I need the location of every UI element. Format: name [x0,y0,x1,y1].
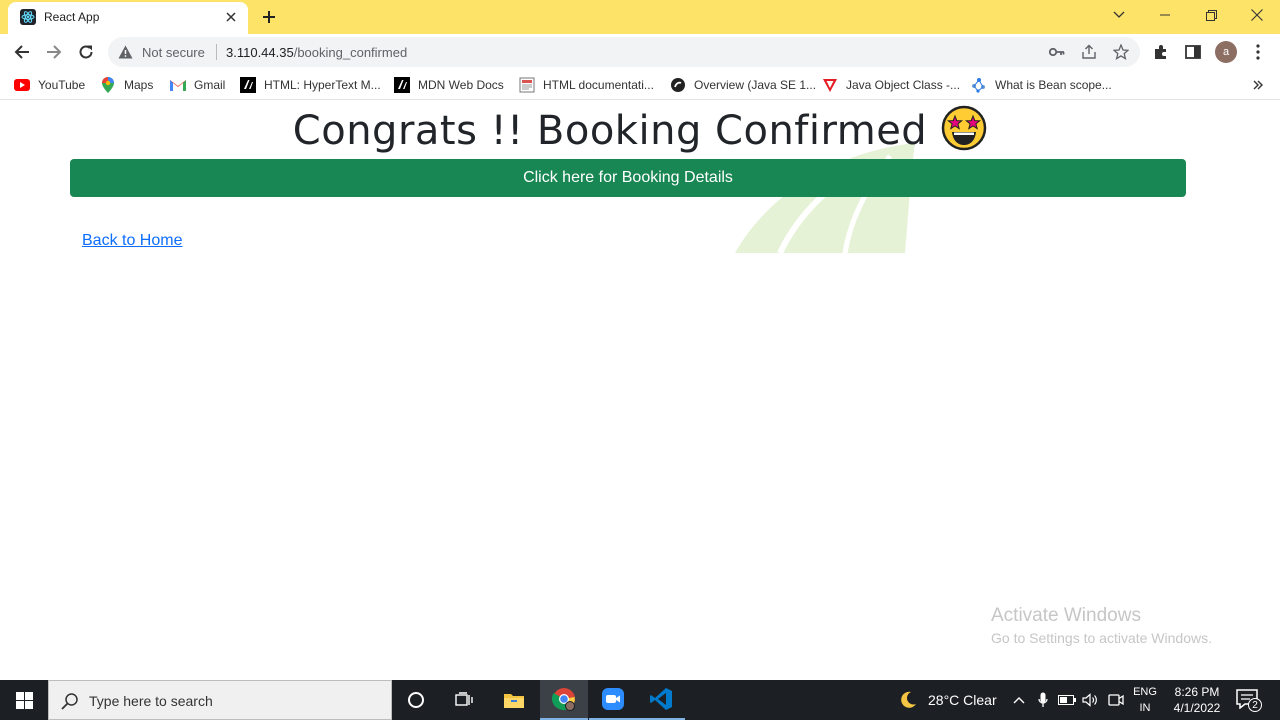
bookmark-label: HTML documentati... [543,78,654,92]
clock-date: 4/1/2022 [1173,701,1221,715]
cortana-icon[interactable] [392,680,440,720]
volume-icon[interactable] [1081,680,1101,720]
windows-taskbar: Type here to search 28°C Clear ENG IN 8: [0,680,1280,720]
maps-icon [100,77,116,93]
tab-title: React App [44,10,100,24]
key-icon[interactable] [1048,43,1066,61]
lang-code: ENG [1133,686,1157,698]
battery-icon[interactable] [1057,680,1077,720]
bookmark-label: Gmail [194,78,226,92]
notification-center[interactable]: 2 [1236,689,1262,712]
browser-tabstrip: React App [0,0,1280,34]
show-hidden-icons-chevron-icon[interactable] [1010,680,1028,720]
extensions-puzzle-icon[interactable] [1150,41,1172,63]
watermark-subtitle: Go to Settings to activate Windows. [991,630,1212,646]
vscode-icon[interactable] [637,680,685,720]
page-title: Congrats !! Booking Confirmed [0,105,1280,161]
system-clock[interactable]: 8:26 PM 4/1/2022 [1168,684,1226,716]
bookmark-html-mdn[interactable]: HTML: HyperText M... [240,76,381,94]
bookmark-mdn-docs[interactable]: MDN Web Docs [394,76,504,94]
bookmark-label: Java Object Class -... [846,78,961,92]
mdn-icon [394,77,410,93]
windows-start-icon[interactable] [0,680,48,720]
tab-search-chevron-icon[interactable] [1096,0,1142,30]
restore-icon[interactable] [1188,0,1234,30]
search-placeholder: Type here to search [89,693,213,709]
activate-windows-watermark: Activate Windows Go to Settings to activ… [991,605,1212,646]
close-window-icon[interactable] [1234,0,1280,30]
task-view-icon[interactable] [440,680,488,720]
share-icon[interactable] [1080,43,1098,61]
page-title-text: Congrats !! Booking Confirmed [292,108,928,154]
notification-count-badge: 2 [1248,698,1262,712]
browser-toolbar: Not secure 3.110.44.35/booking_confirmed… [0,34,1280,70]
bookmark-label: MDN Web Docs [418,78,504,92]
bookmark-label: What is Bean scope... [995,78,1112,92]
bookmark-label: Overview (Java SE 1... [694,78,817,92]
bookmark-label: Maps [124,78,154,92]
bookmarks-bar: YouTube Maps Gmail HTML: HyperText M... … [0,70,1280,100]
booking-details-button[interactable]: Click here for Booking Details [70,159,1186,197]
profile-avatar[interactable]: a [1215,41,1237,63]
watermark-title: Activate Windows [991,605,1141,626]
forward-arrow-icon[interactable] [40,38,68,66]
bookmark-html-documentation[interactable]: HTML documentati... [519,76,654,94]
meet-now-icon[interactable] [1106,680,1126,720]
weather-text[interactable]: 28°C Clear [928,692,997,708]
taskbar-search-box[interactable]: Type here to search [48,680,392,720]
bookmark-label: YouTube [38,78,86,92]
youtube-icon [14,77,30,93]
back-to-home-link[interactable]: Back to Home [82,232,182,250]
more-bookmarks-chevron-icon[interactable] [1249,76,1267,94]
tab-close-icon[interactable] [222,8,240,26]
clock-time: 8:26 PM [1174,685,1220,699]
bookmark-bean-scope[interactable]: What is Bean scope... [971,76,1112,94]
star-struck-emoji-icon [941,105,987,161]
page-content: Congrats !! Booking Confirmed Click here… [0,101,1280,680]
bookmark-java-overview[interactable]: Overview (Java SE 1... [670,76,816,94]
new-tab-icon[interactable] [258,6,280,28]
url-text[interactable]: 3.110.44.35/booking_confirmed [226,45,407,60]
microphone-icon[interactable] [1034,680,1052,720]
react-favicon-icon [20,9,36,25]
bookmark-youtube[interactable]: YouTube [14,76,85,94]
gmail-icon [170,77,186,93]
zoom-app-icon[interactable] [589,680,637,720]
file-explorer-icon[interactable] [490,680,538,720]
chrome-taskbar-icon[interactable] [540,680,588,720]
bookmark-star-icon[interactable] [1112,43,1130,61]
search-icon [61,692,79,715]
minimize-icon[interactable] [1142,0,1188,30]
back-arrow-icon[interactable] [8,38,36,66]
mdn-icon [240,77,256,93]
address-bar[interactable]: Not secure 3.110.44.35/booking_confirmed [108,37,1140,67]
input-language-indicator[interactable]: ENG IN [1132,684,1158,716]
security-label[interactable]: Not secure [142,45,205,60]
bookmark-gmail[interactable]: Gmail [170,76,225,94]
weather-moon-icon[interactable] [896,680,920,720]
lang-region: IN [1139,702,1151,714]
bookmark-label: HTML: HyperText M... [264,78,381,92]
address-divider [216,44,217,60]
browser-tab[interactable]: React App [8,2,248,34]
bookmark-maps[interactable]: Maps [100,76,153,94]
java-icon [670,77,686,93]
reload-icon[interactable] [72,38,100,66]
doc-icon [519,77,535,93]
url-host: 3.110.44.35 [226,45,294,60]
kebab-menu-icon[interactable] [1247,41,1269,63]
bean-icon [971,77,987,93]
url-path: /booking_confirmed [293,45,408,60]
javatpoint-icon [822,77,838,93]
side-panel-icon[interactable] [1182,41,1204,63]
warning-icon[interactable] [118,45,133,64]
bookmark-java-object-class[interactable]: Java Object Class -... [822,76,960,94]
